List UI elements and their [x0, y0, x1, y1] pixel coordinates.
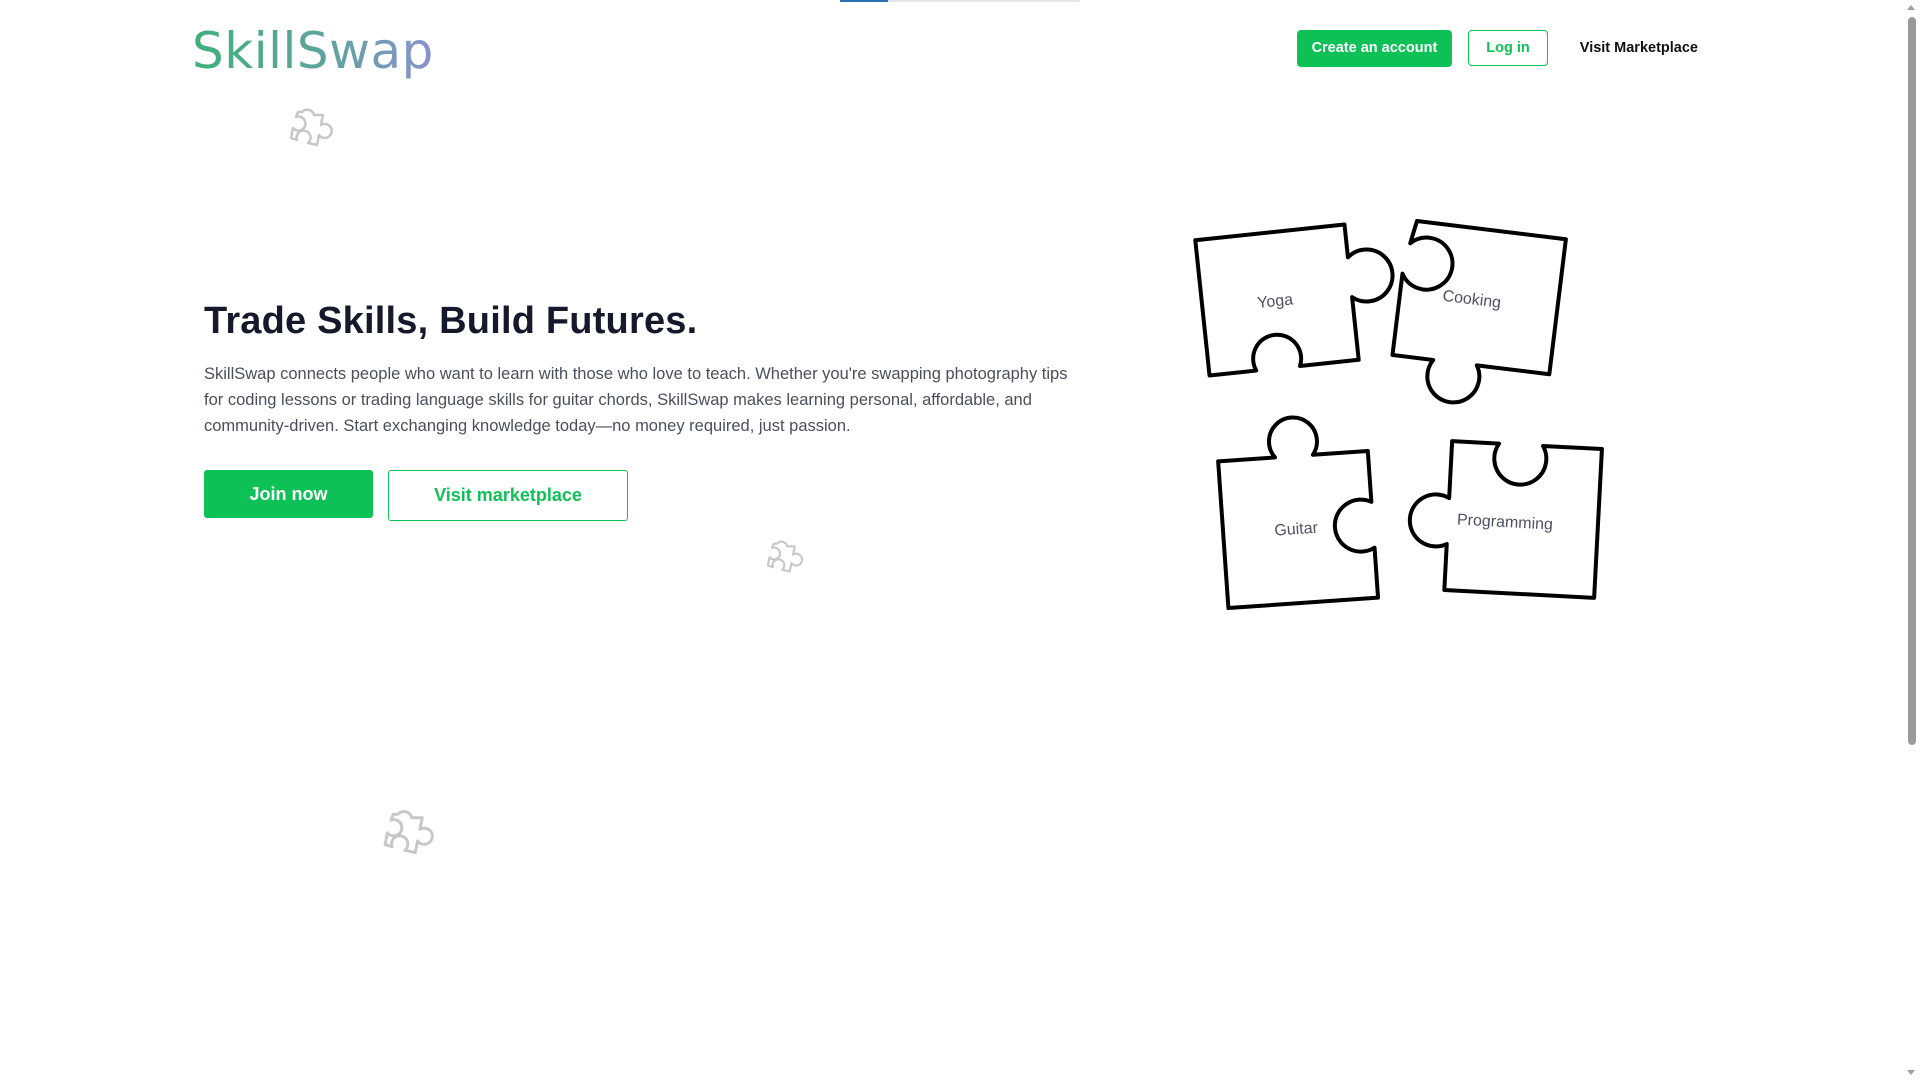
- puzzle-label-guitar: Guitar: [1274, 520, 1319, 540]
- hero-description: SkillSwap connects people who want to le…: [204, 365, 1068, 435]
- scrollbar-thumb[interactable]: [1908, 17, 1916, 745]
- puzzle-outline-icon: [289, 108, 333, 147]
- skill-puzzle-illustration: Yoga Cooking Guitar Programming: [1193, 218, 1604, 611]
- puzzle-label-cooking: Cooking: [1442, 288, 1502, 312]
- visit-marketplace-link[interactable]: Visit Marketplace: [1580, 40, 1698, 56]
- scroll-up-arrow-icon[interactable]: [1907, 5, 1915, 10]
- header-nav: Create an account Log in Visit Marketpla…: [1296, 29, 1698, 67]
- puzzle-outline-icon: [766, 540, 804, 573]
- puzzle-outline-icon: [383, 810, 434, 855]
- puzzle-piece-yoga: Yoga: [1193, 222, 1395, 378]
- page-load-progress: [840, 0, 1080, 2]
- puzzle-label-programming: Programming: [1457, 512, 1554, 534]
- login-button[interactable]: Log in: [1468, 30, 1548, 66]
- puzzle-piece-cooking: Cooking: [1390, 218, 1568, 405]
- puzzle-label-yoga: Yoga: [1256, 291, 1294, 312]
- puzzle-piece-programming: Programming: [1407, 439, 1604, 600]
- visit-marketplace-button[interactable]: Visit marketplace: [388, 470, 628, 521]
- landing-page: SkillSwap Create an account Log in Visit…: [0, 0, 1920, 1080]
- vertical-scrollbar[interactable]: [1903, 0, 1920, 1080]
- site-logo[interactable]: SkillSwap: [192, 20, 434, 82]
- create-account-button[interactable]: Create an account: [1296, 29, 1453, 67]
- hero-title: Trade Skills, Build Futures.: [204, 300, 698, 342]
- puzzle-piece-guitar: Guitar: [1216, 415, 1381, 611]
- page-load-progress-fill: [840, 0, 888, 2]
- scroll-down-arrow-icon[interactable]: [1907, 1070, 1915, 1075]
- join-now-button[interactable]: Join now: [204, 470, 373, 518]
